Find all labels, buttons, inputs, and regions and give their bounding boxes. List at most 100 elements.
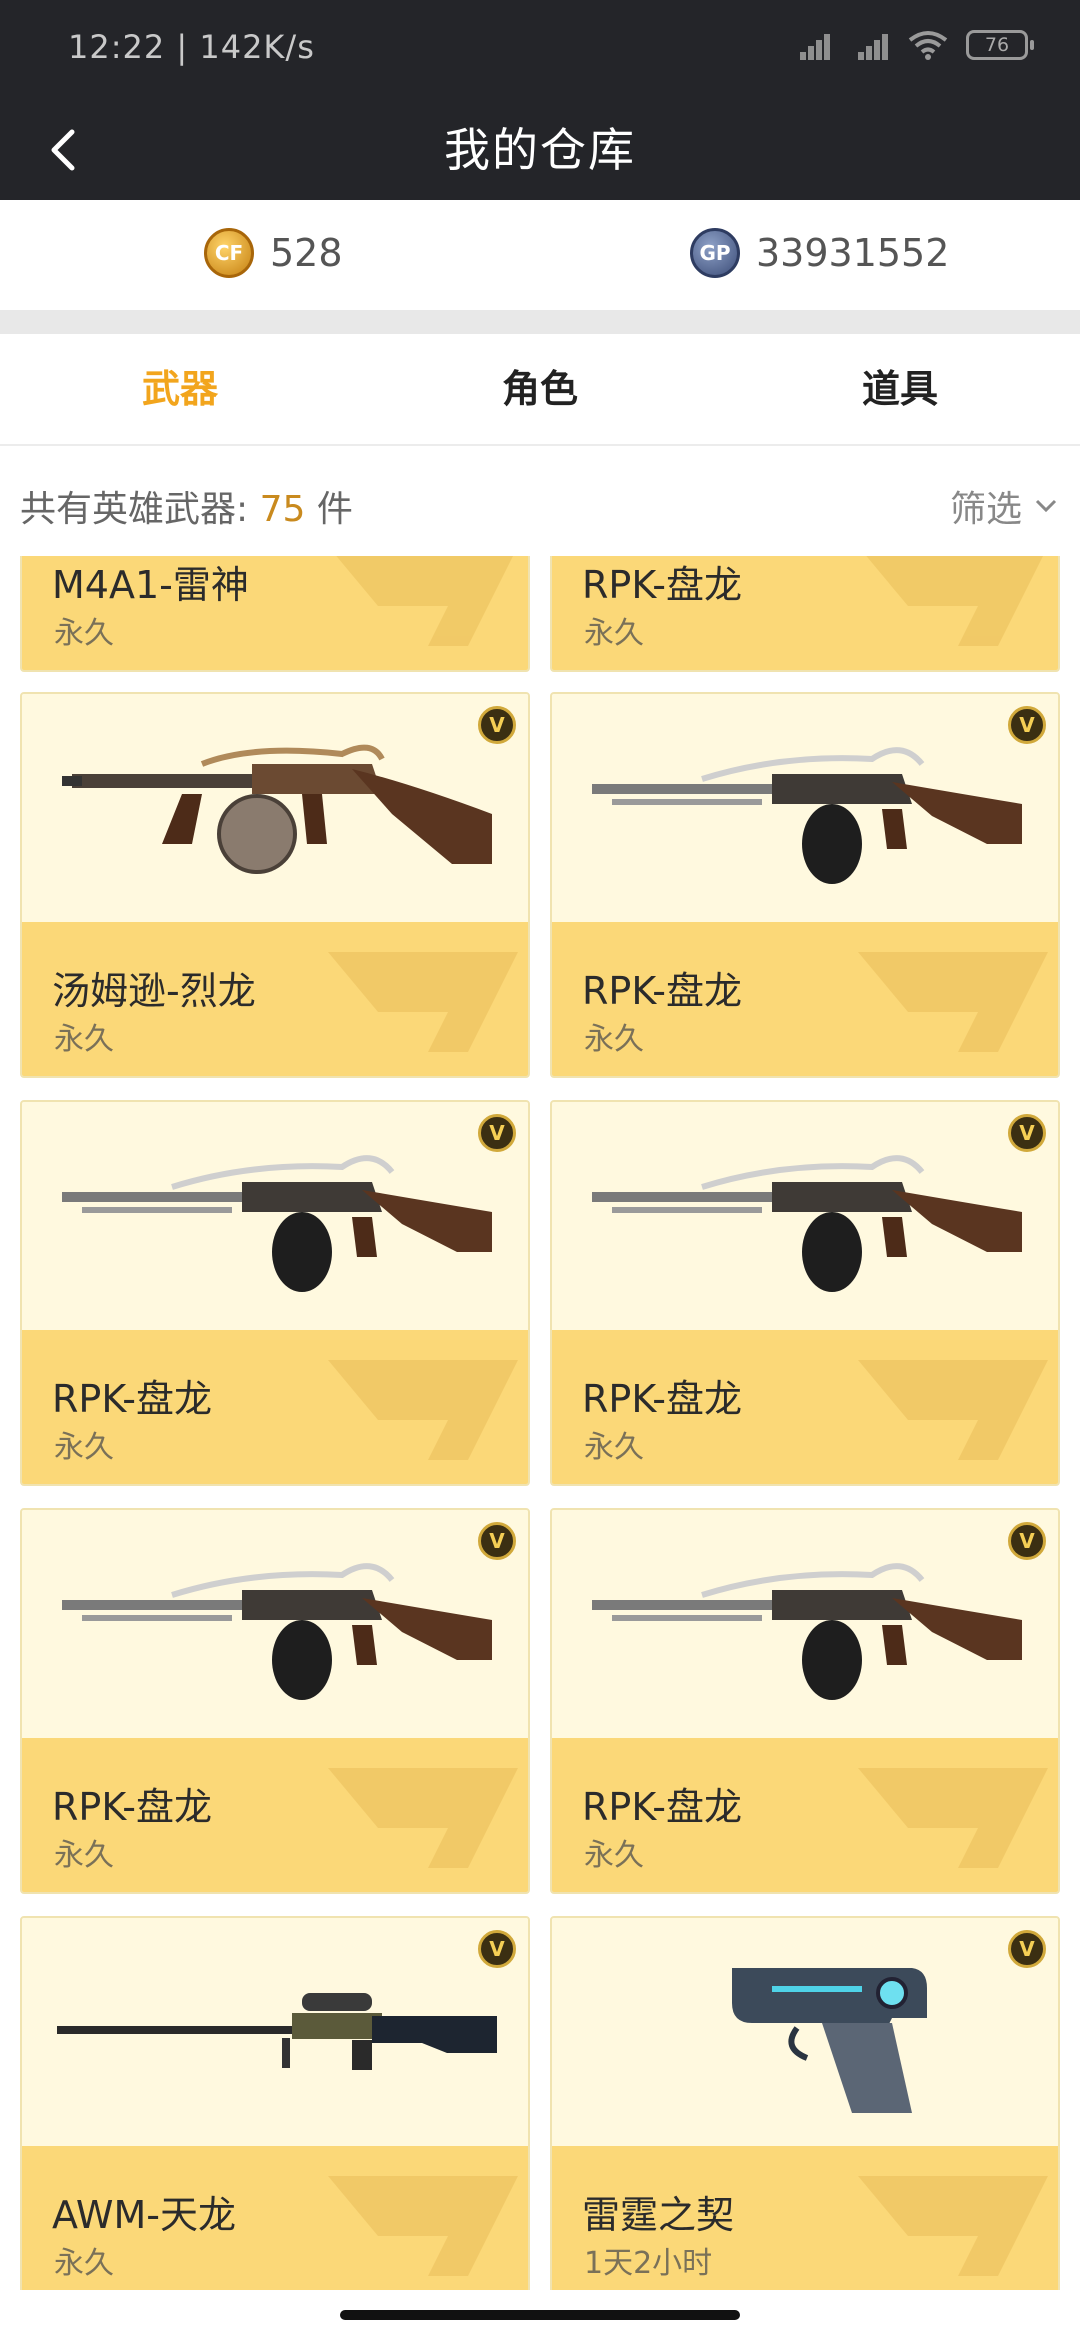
cf-watermark-icon (328, 1360, 518, 1460)
weapon-info: RPK-盘龙 永久 (552, 922, 1058, 1076)
count-prefix: 共有英雄武器: (20, 489, 260, 530)
weapon-info: RPK-盘龙 永久 (552, 1330, 1058, 1484)
weapon-info: AWM-天龙 永久 (22, 2146, 528, 2290)
weapon-duration: 永久 (584, 1022, 644, 1057)
weapon-name: 雷霆之契 (582, 2193, 735, 2237)
weapon-duration: 永久 (584, 1430, 644, 1465)
weapon-name: RPK-盘龙 (582, 969, 742, 1013)
weapon-name: 汤姆逊-烈龙 (52, 969, 256, 1013)
status-time: 12:22 | 142K/s (68, 28, 315, 66)
page-title: 我的仓库 (444, 123, 636, 177)
weapon-count-text: 共有英雄武器: 75 件 (20, 480, 353, 532)
weapon-name: RPK-盘龙 (52, 1785, 212, 1829)
weapon-info: RPK-盘龙 永久 (552, 556, 1058, 670)
weapon-image (22, 694, 528, 924)
rpk-image (592, 1563, 1022, 1700)
weapon-name: AWM-天龙 (52, 2193, 236, 2237)
vip-badge-icon: V (478, 706, 516, 744)
cf-watermark-icon (328, 2176, 518, 2276)
signal-icon (792, 30, 832, 60)
rpk-image (592, 1155, 1022, 1292)
weapon-count: 75 (259, 489, 306, 530)
weapon-card[interactable]: RPK-盘龙 永久 (550, 556, 1060, 672)
weapon-card[interactable]: V RPK-盘龙 永久 (550, 692, 1060, 1078)
cf-watermark-icon (328, 1768, 518, 1868)
weapon-name: RPK-盘龙 (582, 1785, 742, 1829)
weapon-image (22, 1102, 528, 1332)
weapon-image (22, 1510, 528, 1740)
cf-watermark-icon (336, 556, 513, 646)
divider (0, 310, 1080, 334)
wifi-icon (908, 31, 948, 60)
weapon-info: RPK-盘龙 永久 (22, 1330, 528, 1484)
weapon-info: M4A1-雷神 永久 (22, 556, 528, 670)
weapon-card[interactable]: V RPK-盘龙 永久 (550, 1100, 1060, 1486)
weapon-duration: 永久 (54, 2246, 114, 2281)
weapon-image (552, 1510, 1058, 1740)
weapon-duration: 永久 (54, 1430, 114, 1465)
count-suffix: 件 (305, 489, 353, 530)
weapon-name: RPK-盘龙 (582, 1377, 742, 1421)
tab-characters[interactable]: 角色 (360, 334, 720, 444)
weapon-card[interactable]: V AWM-天龙 永久 (20, 1916, 530, 2290)
rpk-image (62, 1563, 492, 1700)
weapon-card[interactable]: V RPK-盘龙 永久 (20, 1508, 530, 1894)
rpk-image (592, 747, 1022, 884)
pistol-image (732, 1968, 927, 2113)
vip-badge-icon: V (1008, 1114, 1046, 1152)
rpk-image (62, 1155, 492, 1292)
weapon-name: RPK-盘龙 (582, 563, 742, 607)
chevron-down-icon (1035, 499, 1057, 513)
status-icons: 76 (792, 30, 1034, 60)
summary-row: 共有英雄武器: 75 件 筛选 (0, 446, 1080, 556)
cf-watermark-icon (858, 952, 1048, 1052)
cf-watermark-icon (328, 952, 518, 1052)
cf-watermark-icon (866, 556, 1043, 646)
weapon-info: 汤姆逊-烈龙 永久 (22, 922, 528, 1076)
vip-badge-icon: V (1008, 1930, 1046, 1968)
weapon-image (552, 1918, 1058, 2148)
nav-bar: 我的仓库 (0, 100, 1080, 200)
vip-badge-icon: V (478, 1522, 516, 1560)
tab-items[interactable]: 道具 (720, 334, 1080, 444)
vip-badge-icon: V (1008, 706, 1046, 744)
vip-badge-icon: V (478, 1930, 516, 1968)
weapon-image (552, 694, 1058, 924)
weapon-image (22, 1918, 528, 2148)
category-tabs: 武器 角色 道具 (0, 334, 1080, 446)
tab-weapons[interactable]: 武器 (0, 334, 360, 444)
weapon-info: RPK-盘龙 永久 (552, 1738, 1058, 1892)
cf-watermark-icon (858, 1360, 1048, 1460)
home-indicator[interactable] (340, 2310, 740, 2320)
vip-badge-icon: V (1008, 1522, 1046, 1560)
weapon-card[interactable]: V RPK-盘龙 永久 (550, 1508, 1060, 1894)
weapon-card[interactable]: V 汤姆逊-烈龙 永久 (20, 692, 530, 1078)
tommy-gun-image (62, 744, 492, 874)
weapon-card[interactable]: M4A1-雷神 永久 (20, 556, 530, 672)
weapon-duration: 1天2小时 (584, 2246, 713, 2281)
sniper-rifle-image (57, 1993, 497, 2070)
filter-button[interactable]: 筛选 (950, 480, 1060, 532)
weapon-duration: 永久 (584, 1838, 644, 1873)
gp-points: GP 33931552 (690, 228, 949, 278)
cf-coin-icon: CF (204, 228, 254, 278)
filter-label: 筛选 (949, 489, 1022, 530)
gp-value: 33931552 (756, 231, 950, 275)
weapon-info: RPK-盘龙 永久 (22, 1738, 528, 1892)
weapon-duration: 永久 (54, 616, 114, 651)
vip-badge-icon: V (478, 1114, 516, 1152)
gp-coin-icon: GP (690, 228, 740, 278)
currency-row: CF 528 GP 33931552 (0, 200, 1080, 310)
weapon-duration: 永久 (54, 1022, 114, 1057)
weapon-duration: 永久 (54, 1838, 114, 1873)
cf-watermark-icon (858, 1768, 1048, 1868)
weapon-image (552, 1102, 1058, 1332)
battery-icon: 76 (966, 30, 1034, 60)
weapon-grid: M4A1-雷神 永久 RPK-盘龙 永久 V 汤姆逊-烈龙 永久 V RPK-盘… (0, 556, 1080, 2290)
weapon-card[interactable]: V 雷霆之契 1天2小时 (550, 1916, 1060, 2290)
status-bar: 12:22 | 142K/s 76 (0, 0, 1080, 100)
weapon-info: 雷霆之契 1天2小时 (552, 2146, 1058, 2290)
weapon-card[interactable]: V RPK-盘龙 永久 (20, 1100, 530, 1486)
weapon-name: RPK-盘龙 (52, 1377, 212, 1421)
weapon-duration: 永久 (584, 616, 644, 651)
